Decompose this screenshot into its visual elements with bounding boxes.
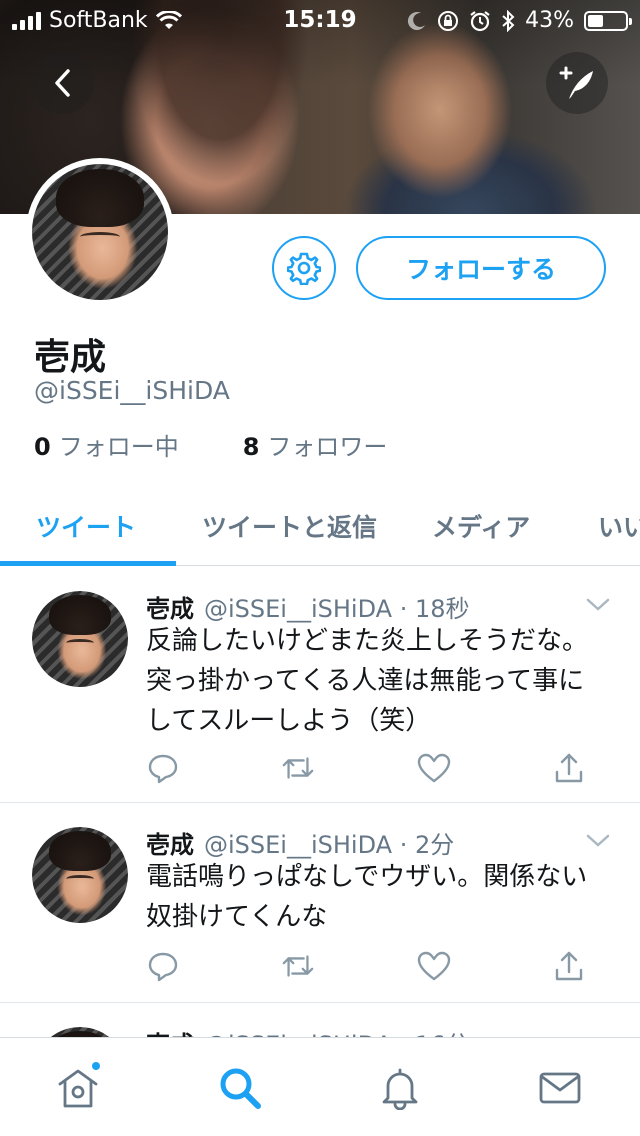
tweet-header: 壱成 @iSSEi__iSHiDA · 2分 — [146, 825, 454, 860]
bottom-tab-bar — [0, 1037, 640, 1136]
retweet-button[interactable] — [281, 751, 315, 785]
reply-button[interactable] — [146, 949, 180, 983]
compose-tweet-button[interactable] — [546, 52, 608, 114]
tweet-avatar[interactable] — [32, 591, 128, 687]
share-button[interactable] — [552, 949, 586, 983]
home-notification-dot — [90, 1060, 102, 1072]
tab-media[interactable]: メディア — [432, 486, 530, 566]
chevron-down-icon[interactable] — [586, 597, 610, 613]
tweet-actions — [146, 751, 586, 785]
share-button[interactable] — [552, 751, 586, 785]
status-bar: SoftBank 15:19 43% — [0, 0, 640, 40]
share-icon — [555, 951, 583, 981]
profile-handle: @iSSEi__iSHiDA — [34, 376, 230, 405]
orientation-lock-icon — [438, 10, 459, 31]
tab-tweets-and-replies[interactable]: ツイートと返信 — [202, 486, 377, 566]
mail-icon — [539, 1072, 581, 1104]
tab-tweets[interactable]: ツイート — [36, 486, 136, 566]
bluetooth-icon — [502, 9, 515, 32]
following-count: 0 — [34, 433, 51, 461]
tweet-author-name: 壱成 — [146, 595, 194, 623]
chevron-down-icon[interactable] — [586, 833, 610, 849]
profile-avatar[interactable] — [26, 158, 174, 306]
follow-button[interactable]: フォローする — [356, 236, 606, 300]
followers-label: フォロワー — [267, 433, 388, 461]
tweet-header: 壱成 @iSSEi__iSHiDA · 18秒 — [146, 589, 470, 624]
profile-tabs: ツイート ツイートと返信 メディア いい — [0, 486, 640, 566]
following-label: フォロー中 — [58, 433, 179, 461]
tweet-handle-time: @iSSEi__iSHiDA · 18秒 — [204, 595, 470, 623]
like-button[interactable] — [417, 751, 451, 785]
tab-likes[interactable]: いい — [598, 486, 640, 566]
compose-tweet-icon — [559, 66, 593, 99]
heart-icon — [417, 951, 450, 981]
followers-stat[interactable]: 8 フォロワー — [243, 427, 388, 462]
retweet-icon — [283, 955, 314, 977]
tweet-avatar[interactable] — [32, 827, 128, 923]
heart-icon — [417, 753, 450, 783]
like-button[interactable] — [417, 949, 451, 983]
tweet-text: 反論したいけどまた炎上しそうだな。突っ掛かってくる人達は無能って事にしてスルーし… — [146, 626, 589, 736]
do-not-disturb-icon — [408, 11, 426, 30]
followers-count: 8 — [242, 433, 260, 461]
search-icon — [220, 1068, 261, 1109]
battery-percent: 43% — [525, 8, 574, 33]
battery-icon — [584, 10, 632, 31]
gear-icon — [287, 252, 321, 285]
tweet-handle-time: @iSSEi__iSHiDA · 2分 — [204, 831, 455, 859]
profile-settings-button[interactable] — [272, 236, 336, 300]
chevron-left-icon — [55, 69, 70, 97]
tab-home[interactable] — [56, 1060, 102, 1110]
share-icon — [555, 753, 583, 783]
home-icon — [58, 1069, 98, 1108]
active-tab-indicator — [0, 561, 176, 566]
tab-notifications[interactable] — [378, 1066, 422, 1110]
back-button[interactable] — [32, 52, 94, 114]
tweet-actions — [146, 949, 586, 983]
following-stat[interactable]: 0 フォロー中 — [34, 427, 179, 462]
tweet-author-name: 壱成 — [146, 831, 194, 859]
tweet-text: 電話鳴りっぱなしでウザい。関係ない奴掛けてくんな — [146, 862, 588, 932]
tab-search[interactable] — [218, 1066, 262, 1110]
reply-button[interactable] — [146, 751, 180, 785]
retweet-button[interactable] — [281, 949, 315, 983]
alarm-icon — [470, 10, 490, 31]
tab-messages[interactable] — [538, 1066, 582, 1110]
follow-stats: 0 フォロー中 8 フォロワー — [34, 427, 387, 462]
reply-icon — [148, 952, 178, 982]
tweet-item[interactable]: 壱成 @iSSEi__iSHiDA · 2分 電話鳴りっぱなしでウザい。関係ない奴… — [0, 803, 640, 1003]
tweet-item[interactable]: 壱成 @iSSEi__iSHiDA · 18秒 反論したいけどまた炎上しそうだな。… — [0, 567, 640, 803]
bell-icon — [382, 1068, 418, 1110]
reply-icon — [148, 754, 178, 784]
profile-display-name: 壱成 — [34, 337, 107, 378]
retweet-icon — [283, 757, 314, 779]
